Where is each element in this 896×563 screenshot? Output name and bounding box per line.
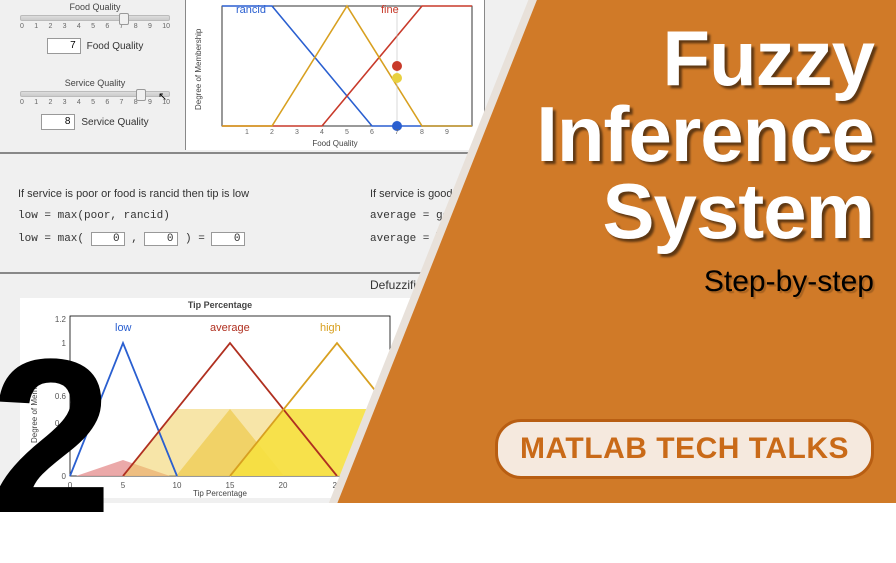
service-quality-title: Service Quality [20,78,170,88]
subtitle: Step-by-step [536,265,874,299]
rule-text-1: If service is poor or food is rancid the… [18,188,268,200]
food-quality-value-field[interactable]: 7 [47,38,81,54]
rule1-val-a[interactable]: 0 [91,232,125,246]
tip-chart-title: Tip Percentage [188,300,252,310]
food-quality-title: Food Quality [20,2,170,12]
cursor-icon: ↖ [158,90,167,103]
title-line-3: System [603,167,875,255]
title-block: Fuzzy Inference System Step-by-step [536,20,874,299]
food-chart-xlabel: Food Quality [312,139,357,148]
food-quality-chart: rancid fine Degree of Membership Food Qu… [185,0,485,150]
svg-text:5: 5 [121,481,126,490]
food-chart-ylabel: Degree of Membership [194,29,203,110]
legend-high: high [320,322,341,334]
food-quality-value-label: Food Quality [87,41,144,52]
service-quality-value-field[interactable]: 8 [41,114,75,130]
rule-formula-1b: low = max( 0 , 0 ) = 0 [18,232,268,246]
svg-text:20: 20 [279,481,288,490]
episode-number: 2 [0,310,106,563]
legend-fine-label: fine [381,4,399,16]
rule1-val-b[interactable]: 0 [144,232,178,246]
controls-panel: Food Quality 0 1 2 3 4 5 6 7 8 9 10 7 Fo… [0,0,185,150]
legend-low: low [115,322,132,334]
series-badge: MATLAB TECH TALKS [495,419,874,479]
service-quality-slider[interactable] [20,91,170,97]
series-badge-label: MATLAB TECH TALKS [520,432,849,465]
legend-average: average [210,322,250,334]
service-quality-slider-thumb[interactable] [136,89,146,101]
rule1-result[interactable]: 0 [211,232,245,246]
service-quality-ticks: 0 1 2 3 4 5 6 7 8 9 10 [20,99,170,106]
svg-text:10: 10 [173,481,182,490]
tip-chart-xlabel: Tip Percentage [193,489,247,498]
title-line-2: Inference [536,90,874,178]
title-line-1: Fuzzy [662,14,874,102]
food-quality-slider[interactable] [20,15,170,21]
legend-rancid-label: rancid [236,4,266,16]
rule-formula-1a: low = max(poor, rancid) [18,210,268,222]
inference-rule-left: If service is poor or food is rancid the… [18,188,268,256]
service-quality-group: Service Quality ↖ 0 1 2 3 4 5 6 7 8 9 10… [20,78,170,130]
food-quality-group: Food Quality 0 1 2 3 4 5 6 7 8 9 10 7 Fo… [20,2,170,54]
food-quality-slider-thumb[interactable] [119,13,129,25]
food-quality-ticks: 0 1 2 3 4 5 6 7 8 9 10 [20,23,170,30]
service-quality-value-label: Service Quality [81,117,148,128]
